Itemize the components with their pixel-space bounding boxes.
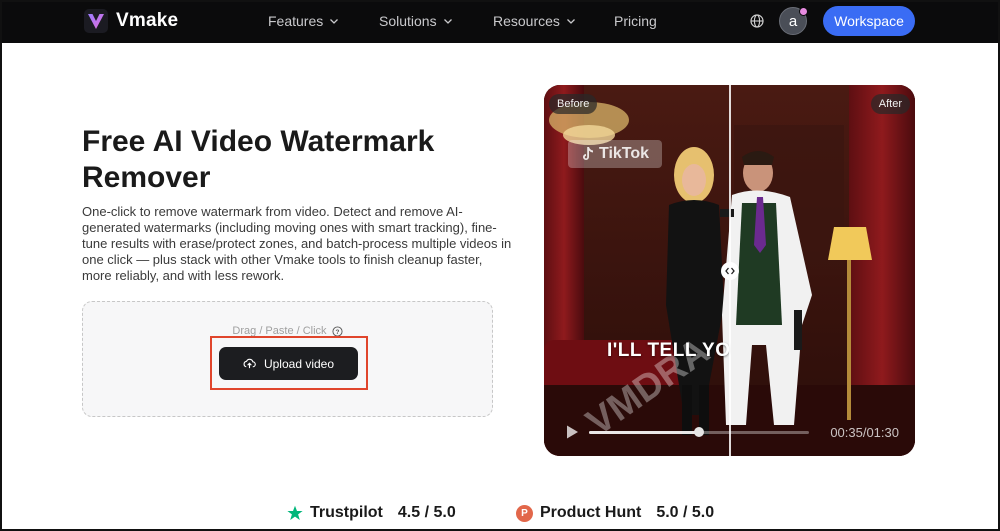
before-label: Before xyxy=(549,94,598,114)
brand-logo[interactable]: Vmake xyxy=(84,9,178,33)
video-caption: I'LL TELL YOU xyxy=(607,340,731,361)
chevron-down-icon xyxy=(566,19,575,24)
tiktok-icon xyxy=(582,147,593,160)
nav-pricing-label: Pricing xyxy=(614,13,657,29)
tiktok-watermark-text: TikTok xyxy=(598,145,650,162)
arrows-horizontal-icon xyxy=(725,267,735,275)
producthunt-rating[interactable]: P Product Hunt 5.0 / 5.0 xyxy=(516,504,714,522)
help-icon[interactable]: ? xyxy=(332,325,343,337)
brand-name: Vmake xyxy=(116,10,179,31)
notification-dot xyxy=(799,7,808,16)
tiktok-watermark: TikTok xyxy=(568,140,662,168)
chevron-down-icon xyxy=(443,19,452,24)
chevron-down-icon xyxy=(330,19,339,24)
upload-video-button[interactable]: Upload video xyxy=(219,347,358,380)
page-description: One-click to remove watermark from video… xyxy=(82,204,512,283)
vmake-logo-icon xyxy=(84,9,108,33)
upload-video-label: Upload video xyxy=(263,356,335,371)
avatar-letter: a xyxy=(788,12,798,30)
svg-text:?: ? xyxy=(335,328,339,335)
play-icon[interactable] xyxy=(564,424,580,440)
globe-icon[interactable] xyxy=(749,13,765,29)
nav-features-label: Features xyxy=(268,13,324,29)
nav-resources-label: Resources xyxy=(493,13,560,29)
video-time: 00:35/01:30 xyxy=(830,425,899,440)
nav-solutions[interactable]: Solutions xyxy=(379,13,453,29)
producthunt-label: Product Hunt xyxy=(540,504,642,521)
compare-handle[interactable] xyxy=(721,262,739,280)
producthunt-icon: P xyxy=(516,504,533,522)
workspace-button[interactable]: Workspace xyxy=(823,6,915,36)
trustpilot-score: 4.5 / 5.0 xyxy=(397,504,456,521)
nav-resources[interactable]: Resources xyxy=(493,13,576,29)
before-after-preview[interactable]: VMDRA TikTok I'LL TELL YOU Before After … xyxy=(544,85,915,456)
user-avatar[interactable]: a xyxy=(779,7,808,35)
after-label: After xyxy=(870,94,910,114)
video-progress-knob[interactable] xyxy=(694,427,704,437)
trustpilot-label: Trustpilot xyxy=(310,504,383,521)
nav-solutions-label: Solutions xyxy=(379,13,437,29)
video-progress-fill xyxy=(589,431,699,434)
trustpilot-rating[interactable]: Trustpilot 4.5 / 5.0 xyxy=(287,504,456,522)
trustpilot-star-icon xyxy=(287,505,303,520)
cloud-upload-icon xyxy=(243,358,256,369)
page-title: Free AI Video Watermark Remover xyxy=(82,125,435,194)
top-navbar: Vmake Features Solutions Resources Prici… xyxy=(0,0,1000,43)
nav-features[interactable]: Features xyxy=(268,13,339,29)
nav-pricing[interactable]: Pricing xyxy=(614,13,657,29)
producthunt-score: 5.0 / 5.0 xyxy=(656,504,715,521)
